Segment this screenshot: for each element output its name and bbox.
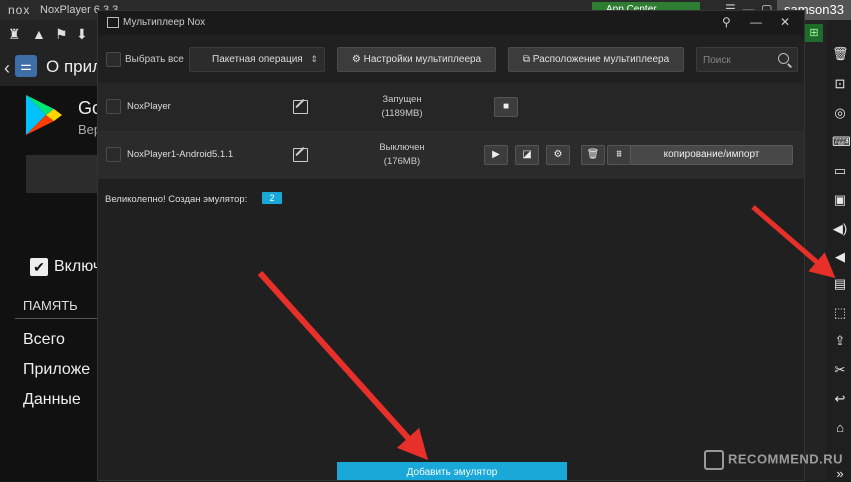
edit-icon[interactable] [293,148,308,162]
instance-status: Выключен (176MB) [362,141,442,169]
search-icon[interactable] [778,53,789,64]
chess-icon[interactable]: ♜ [8,26,21,43]
include-checkbox[interactable]: ✔ [30,258,48,276]
memory-item-data: Данные [23,391,81,408]
instance-status-text: Запущен [382,94,422,105]
copy-import-button[interactable]: копирование/импорт [630,145,793,165]
settings-app-icon: ⚌ [15,55,37,77]
app-action-button[interactable] [26,155,98,193]
play-icon[interactable]: ▶ [484,145,508,165]
volume-down-icon[interactable]: ◀ [832,249,848,265]
instance-name: NoxPlayer1-Android5.1.1 [127,149,234,160]
back-arrow-icon[interactable]: ‹ [4,58,10,79]
instance-status-text: Выключен [379,142,425,153]
volume-up-icon[interactable]: ◀) [832,221,848,237]
updown-icon: ⇕ [310,54,318,64]
trash-icon[interactable]: 🗑 [832,46,849,62]
google-play-icon [26,95,62,135]
instance-row: NoxPlayer Запущен (1189MB) ■ [98,83,804,131]
apk-icon[interactable]: ▣ [832,192,848,208]
robot-icon[interactable]: ⊡ [832,76,848,92]
scissors-icon[interactable]: ✂ [832,362,848,378]
memory-header: ПАМЯТЬ [23,298,78,313]
stop-button[interactable]: ■ [494,97,518,117]
memory-item-apps: Приложе [23,361,91,378]
success-message: Великолепно! Создан эмулятор: [105,194,248,205]
multiplayer-settings-button[interactable]: ⚙ Настройки мультиплеера [337,47,496,72]
search-input[interactable] [697,48,779,73]
nox-logo: nox [8,3,31,17]
install-icon[interactable]: ⇪ [832,333,848,349]
multiplayer-title-icon [107,17,119,28]
instance-status: Запущен (1189MB) [362,93,442,121]
instance-name: NoxPlayer [127,101,171,112]
screen-icon[interactable]: ▭ [832,163,848,179]
select-all-checkbox[interactable] [106,52,121,67]
screenshot-icon[interactable]: ⬚ [832,305,848,321]
pin-icon[interactable]: ⚲ [722,15,731,29]
flag-icon[interactable]: ⚑ [55,26,68,43]
close-icon[interactable]: ✕ [780,15,790,29]
download-icon[interactable]: ⬇ [76,26,88,43]
multiplayer-layout-button[interactable]: ⧉ Расположение мультиплеера [508,47,684,72]
multiplayer-icon[interactable]: ▤ [832,276,848,292]
batch-operation-label: Пакетная операция [212,54,303,65]
android-content [0,86,98,481]
include-label: Включ [54,258,102,275]
home-icon[interactable]: ⌂ [832,420,848,436]
watermark: RECOMMEND.RU [704,450,843,470]
multiplayer-dialog: Мультиплеер Nox ⚲ — ✕ Выбрать все Пакетн… [97,10,805,481]
keyboard-icon[interactable]: ⌨ [832,134,851,150]
minimize-icon[interactable]: — [750,15,762,29]
edit-icon[interactable] [293,100,308,114]
multiplayer-indicator-icon[interactable]: ⊞ [805,24,823,42]
appbar-title: О прил [46,57,103,76]
success-count-badge: 2 [262,192,282,204]
instance-memory: (1189MB) [381,108,423,119]
memory-item-total: Всего [23,331,65,348]
search-box[interactable] [696,47,798,73]
instance-checkbox[interactable] [106,99,121,114]
watermark-logo-icon [704,450,724,470]
divider [15,318,98,319]
batch-operation-select[interactable]: Пакетная операция ⇕ [189,47,325,72]
clean-icon[interactable]: ⩩ [607,145,631,165]
instance-memory: (176MB) [383,156,421,167]
location-icon[interactable]: ◎ [832,105,848,121]
delete-icon[interactable]: 🗑 [581,145,605,165]
warning-icon[interactable]: ▲ [32,26,46,42]
add-emulator-button[interactable]: Добавить эмулятор [337,462,567,480]
settings-icon[interactable]: ⚙ [546,145,570,165]
select-all-label: Выбрать все [125,54,184,65]
watermark-text: RECOMMEND.RU [728,451,844,467]
back-icon[interactable]: ↩ [832,391,848,407]
dialog-title: Мультиплеер Nox [123,17,206,28]
instance-checkbox[interactable] [106,147,121,162]
shortcut-icon[interactable]: ◪ [515,145,539,165]
